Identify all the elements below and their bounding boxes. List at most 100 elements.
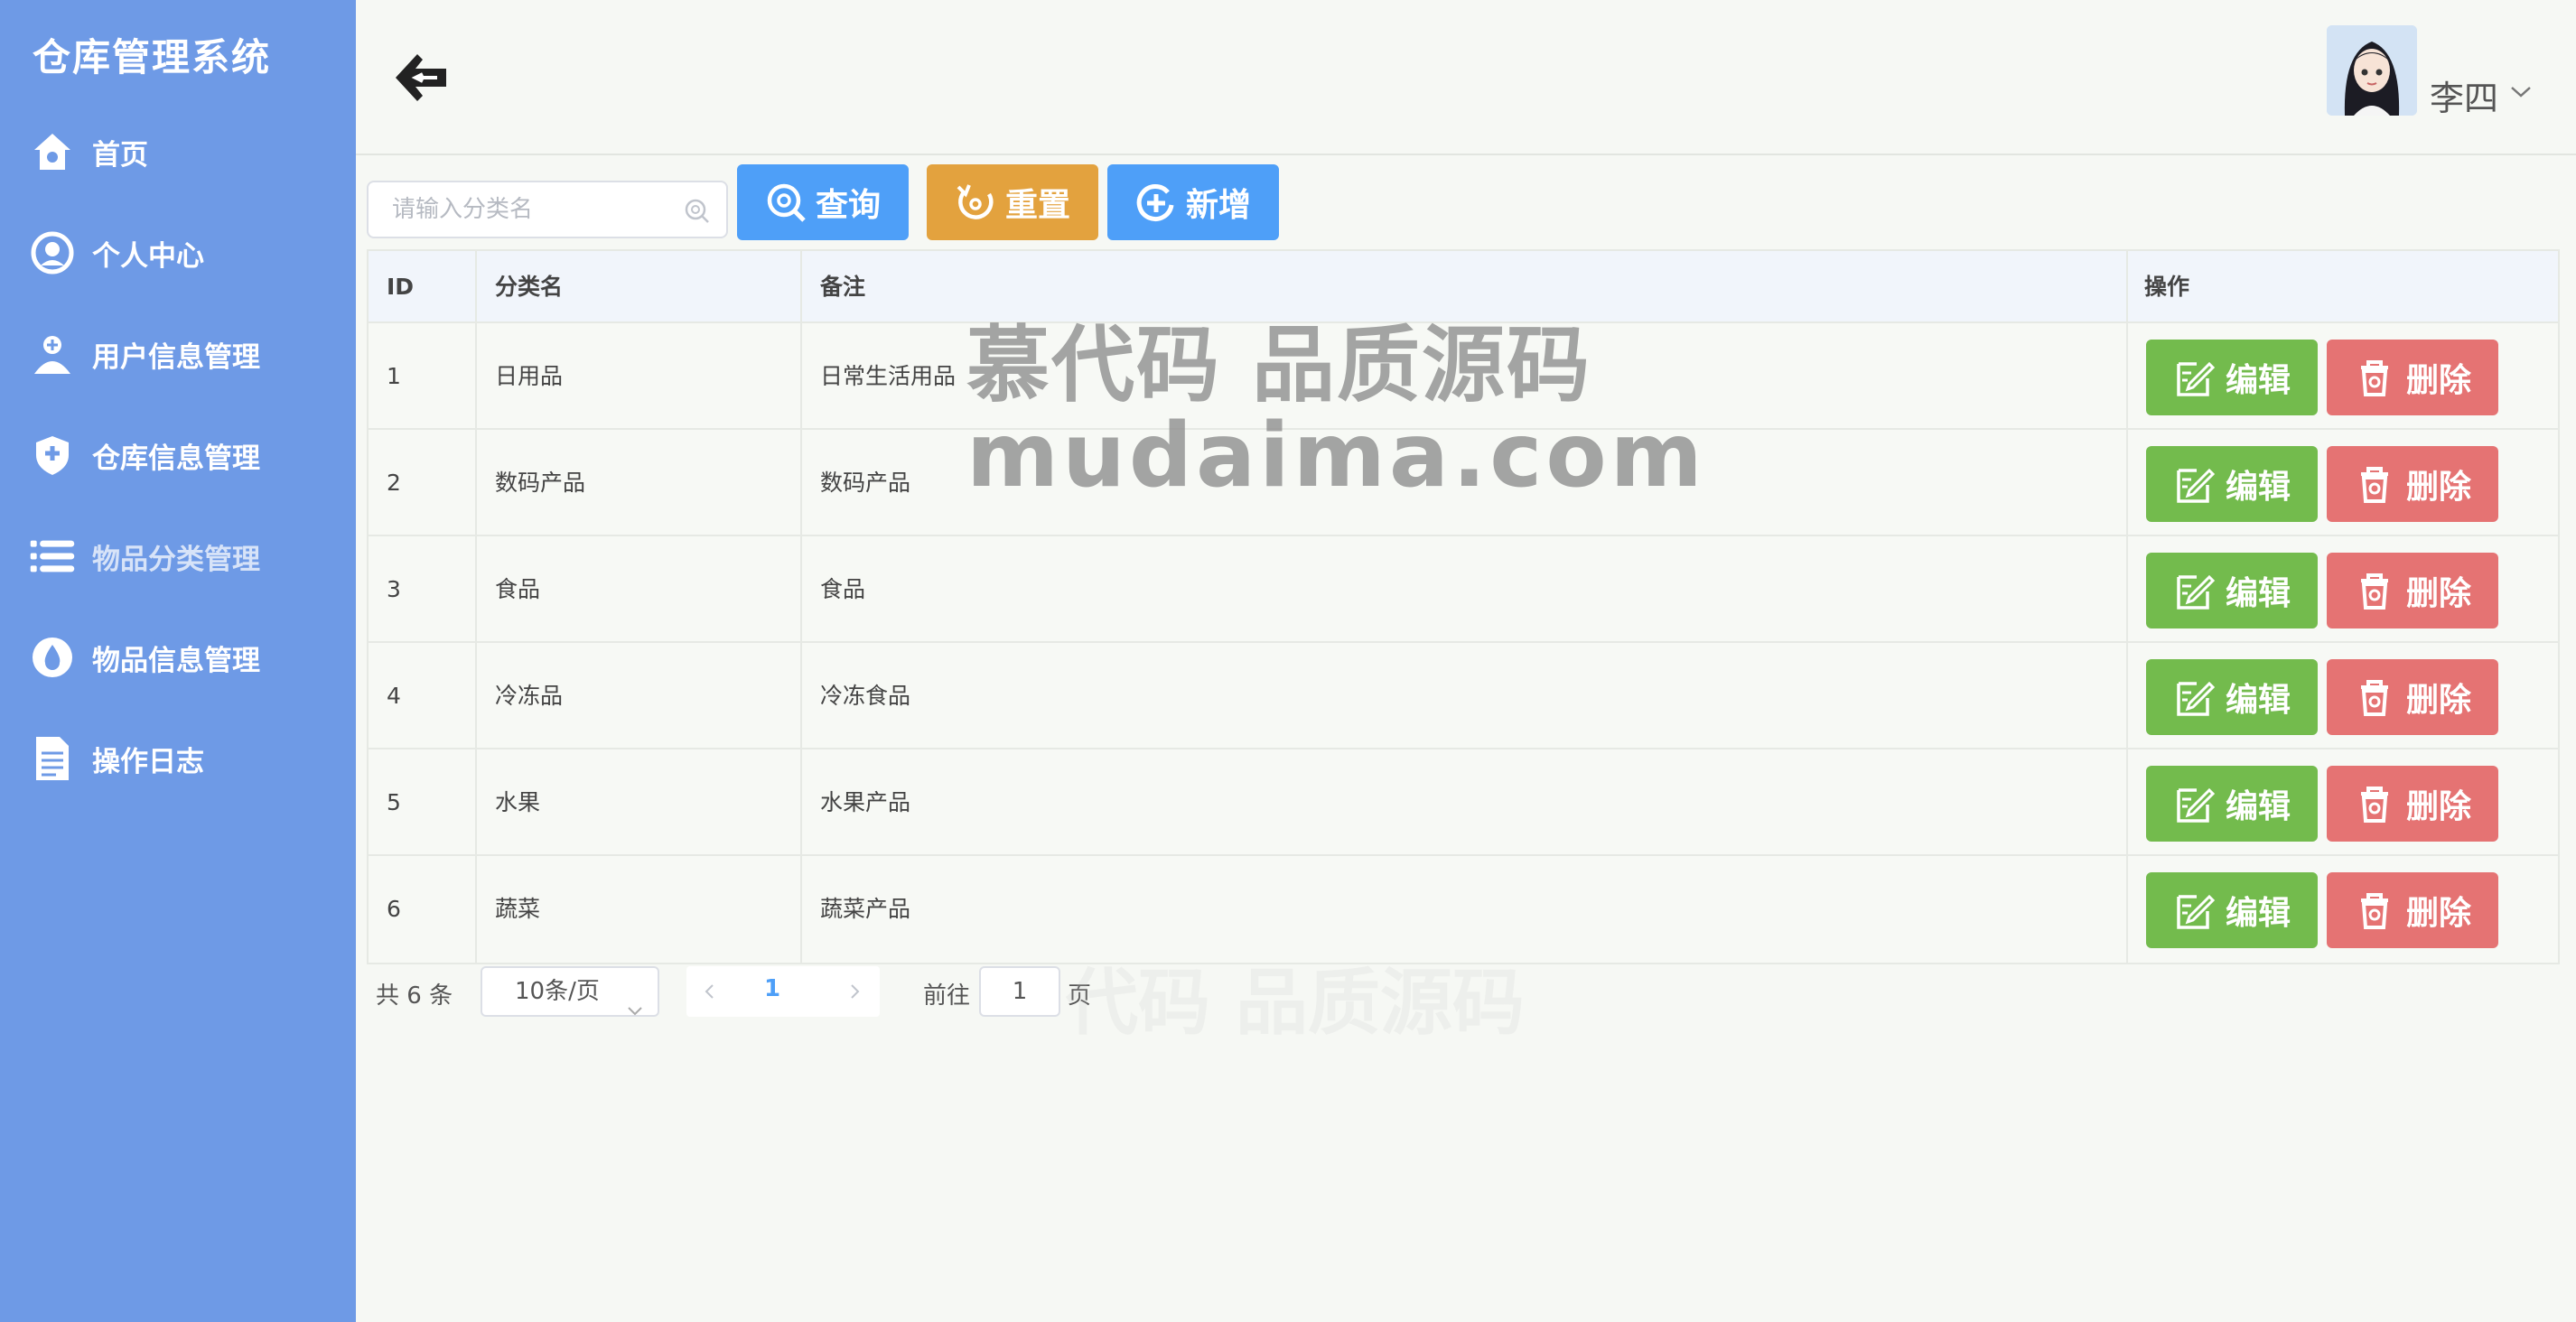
edit-icon	[2173, 463, 2216, 505]
user-plus-icon	[29, 330, 76, 377]
delete-button[interactable]: 删除	[2327, 766, 2498, 842]
table-header: ID 分类名 备注 操作	[369, 251, 2558, 323]
delete-button-label: 删除	[2405, 469, 2471, 506]
column-divider	[2126, 749, 2128, 854]
chevron-left-icon[interactable]	[701, 982, 719, 1001]
delete-button-label: 删除	[2405, 788, 2471, 825]
sidebar-item-label: 物品分类管理	[92, 543, 260, 576]
page-suffix: 页	[1068, 982, 1092, 1010]
edit-button[interactable]: 编辑	[2146, 446, 2318, 522]
column-divider	[475, 856, 477, 963]
column-divider	[800, 643, 802, 748]
column-divider	[475, 749, 477, 854]
top-header: 李四	[356, 0, 2576, 155]
cell-name: 数码产品	[495, 470, 586, 496]
column-divider	[475, 536, 477, 641]
column-divider	[475, 643, 477, 748]
cell-name: 日用品	[495, 363, 564, 389]
column-divider	[2126, 856, 2128, 963]
column-divider	[2126, 323, 2128, 428]
cell-id: 5	[387, 789, 401, 815]
app-title: 仓库管理系统	[33, 35, 272, 79]
cell-note: 数码产品	[820, 470, 911, 496]
edit-icon	[2173, 357, 2216, 398]
delete-button-label: 删除	[2405, 575, 2471, 612]
column-divider	[2126, 430, 2128, 535]
column-divider	[800, 536, 802, 641]
delete-button-label: 删除	[2405, 362, 2471, 399]
add-button[interactable]: 新增	[1107, 164, 1279, 240]
column-divider	[2126, 643, 2128, 748]
cell-id: 4	[387, 683, 401, 709]
goto-page-input[interactable]	[979, 966, 1060, 1017]
search-icon[interactable]	[683, 197, 710, 224]
page-size-value: 10条/页	[515, 978, 600, 1005]
search-input[interactable]	[392, 190, 681, 229]
sidebar-item-category[interactable]: 物品分类管理	[29, 529, 260, 583]
sidebar-item-profile[interactable]: 个人中心	[29, 226, 204, 280]
cell-id: 6	[387, 896, 401, 922]
cell-name: 蔬菜	[495, 896, 541, 922]
column-divider	[800, 430, 802, 535]
page-number[interactable]: 1	[764, 975, 780, 1002]
sidebar-item-warehouse[interactable]: 仓库信息管理	[29, 428, 260, 482]
cell-note: 冷冻食品	[820, 683, 911, 709]
cell-note: 水果产品	[820, 789, 911, 815]
category-table: ID 分类名 备注 操作 1 日用品 日常生活用品 编辑 删除 2 数码产品 数…	[367, 249, 2560, 964]
edit-button[interactable]: 编辑	[2146, 659, 2318, 735]
column-divider	[475, 251, 477, 321]
query-button[interactable]: 查询	[737, 164, 909, 240]
search-box	[367, 181, 728, 238]
column-divider	[2126, 251, 2128, 321]
delete-button[interactable]: 删除	[2327, 340, 2498, 415]
column-header-name: 分类名	[495, 274, 564, 300]
column-header-actions: 操作	[2144, 274, 2190, 300]
chevron-right-icon[interactable]	[845, 982, 863, 1001]
trash-icon	[2354, 570, 2395, 611]
trash-icon	[2354, 676, 2395, 718]
back-arrow-icon[interactable]	[390, 47, 453, 110]
edit-button-label: 编辑	[2225, 575, 2291, 612]
edit-button-label: 编辑	[2225, 788, 2291, 825]
edit-button[interactable]: 编辑	[2146, 872, 2318, 948]
edit-button[interactable]: 编辑	[2146, 766, 2318, 842]
shield-plus-icon	[29, 432, 76, 479]
page-size-select[interactable]: 10条/页	[481, 966, 659, 1017]
table-row: 6 蔬菜 蔬菜产品 编辑 删除	[369, 856, 2558, 963]
delete-button[interactable]: 删除	[2327, 872, 2498, 948]
avatar[interactable]	[2327, 25, 2417, 116]
delete-button[interactable]: 删除	[2327, 446, 2498, 522]
chevron-down-icon[interactable]	[2509, 85, 2533, 99]
table-row: 4 冷冻品 冷冻食品 编辑 删除	[369, 643, 2558, 749]
add-button-label: 新增	[1185, 187, 1251, 224]
sidebar-item-user-management[interactable]: 用户信息管理	[29, 327, 260, 381]
delete-button-label: 删除	[2405, 682, 2471, 719]
pagination-nav: 1	[686, 966, 880, 1017]
cell-name: 冷冻品	[495, 683, 564, 709]
column-divider	[475, 323, 477, 428]
sidebar-item-logs[interactable]: 操作日志	[29, 731, 204, 786]
username[interactable]: 李四	[2430, 70, 2498, 120]
table-row: 3 食品 食品 编辑 删除	[369, 536, 2558, 643]
sidebar: 仓库管理系统 首页 个人中心 用户信息管理 仓库信息管理 物品分类管理 物品信息…	[0, 0, 356, 1322]
column-header-id: ID	[387, 274, 415, 300]
delete-button[interactable]: 删除	[2327, 553, 2498, 628]
delete-button[interactable]: 删除	[2327, 659, 2498, 735]
column-divider	[800, 856, 802, 963]
cell-note: 日常生活用品	[820, 363, 957, 389]
pagination-total: 共 6 条	[376, 982, 453, 1010]
edit-button[interactable]: 编辑	[2146, 340, 2318, 415]
edit-button[interactable]: 编辑	[2146, 553, 2318, 628]
column-header-note: 备注	[820, 274, 866, 300]
reset-button[interactable]: 重置	[927, 164, 1098, 240]
column-divider	[800, 251, 802, 321]
edit-button-label: 编辑	[2225, 362, 2291, 399]
query-button-label: 查询	[815, 187, 881, 224]
delete-button-label: 删除	[2405, 895, 2471, 932]
sidebar-item-label: 操作日志	[92, 745, 204, 778]
document-icon	[29, 735, 76, 782]
edit-icon	[2173, 783, 2216, 824]
sidebar-item-home[interactable]: 首页	[29, 125, 148, 179]
sidebar-item-item-info[interactable]: 物品信息管理	[29, 630, 260, 684]
cell-id: 2	[387, 470, 401, 496]
